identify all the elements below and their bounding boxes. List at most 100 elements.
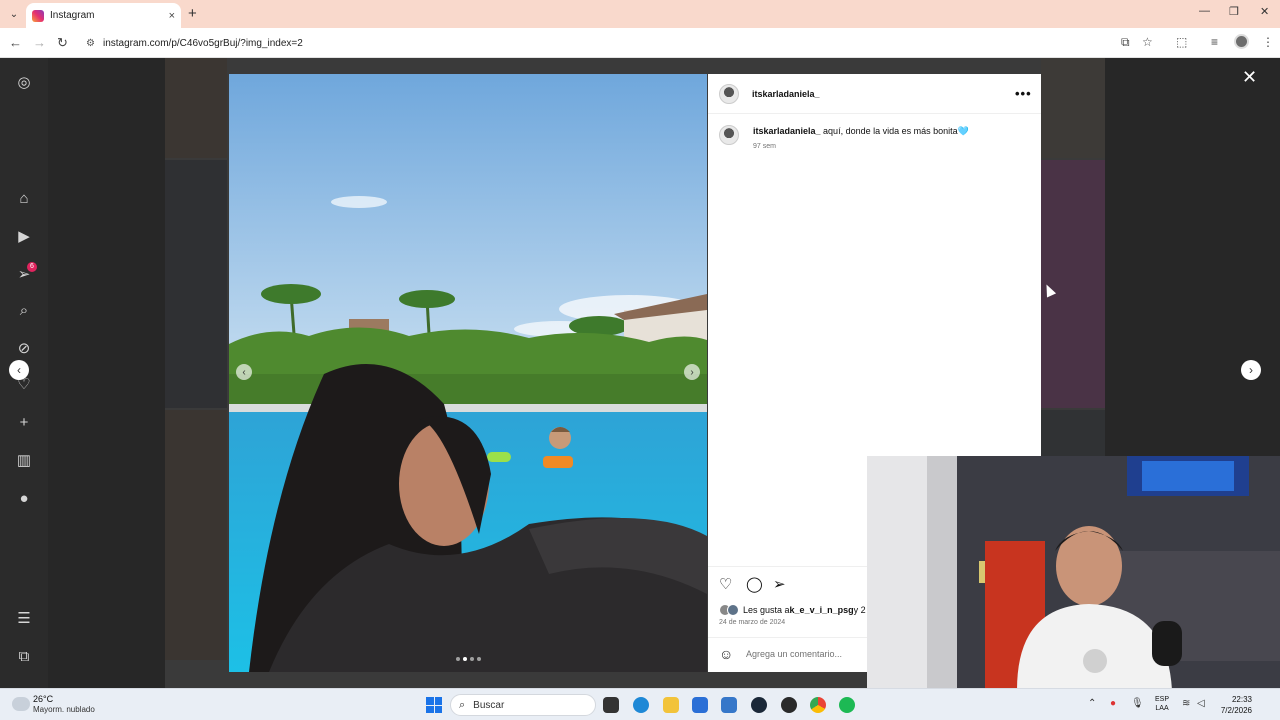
- weather-cloud-icon[interactable]: [12, 697, 30, 711]
- search-icon[interactable]: ⌕: [15, 301, 33, 319]
- minimize-button[interactable]: —: [1199, 5, 1210, 17]
- volume-icon[interactable]: ◁: [1197, 698, 1205, 709]
- notification-count-badge: 6: [27, 262, 37, 272]
- liker-username[interactable]: k_e_v_i_n_psg: [790, 605, 854, 615]
- caption-username[interactable]: itskarladaniela_: [753, 126, 821, 136]
- task-view-icon[interactable]: [603, 697, 619, 713]
- instagram-logo-icon[interactable]: ◎: [15, 73, 33, 91]
- comment-input[interactable]: Agrega un comentario...: [746, 649, 842, 659]
- system-clock[interactable]: 22:33 7/2/2026: [1216, 694, 1252, 716]
- dashboard-icon[interactable]: ▥: [15, 451, 33, 469]
- url-field[interactable]: ⚙ instagram.com/p/C46vo5grBuj/?img_index…: [80, 32, 1140, 54]
- liker-avatar: [727, 604, 739, 616]
- carousel-prev-button[interactable]: ‹: [236, 364, 252, 380]
- bookmark-star-icon[interactable]: ☆: [1142, 35, 1153, 49]
- taskbar-search[interactable]: ⌕ Buscar: [450, 694, 596, 716]
- modal-close-icon[interactable]: ✕: [1242, 67, 1257, 88]
- create-icon[interactable]: +: [15, 413, 33, 431]
- back-button[interactable]: ←: [9, 35, 22, 50]
- carousel-dot-active: [463, 657, 467, 661]
- profile-avatar[interactable]: ●: [15, 489, 33, 507]
- post-photo[interactable]: ‹ ›: [229, 74, 707, 672]
- tab-bar: ⌄ Instagram × + — ❐ ✕: [0, 0, 1280, 28]
- restore-button[interactable]: ❐: [1229, 5, 1239, 18]
- carousel-indicator: [456, 657, 481, 661]
- chrome-icon[interactable]: [810, 697, 826, 713]
- grid-thumbnail[interactable]: [165, 410, 227, 660]
- more-menu-icon[interactable]: ☰: [15, 609, 33, 627]
- carousel-dot: [470, 657, 474, 661]
- tray-overflow-icon[interactable]: ⌃: [1088, 698, 1096, 709]
- weather-temperature[interactable]: 26°C: [33, 694, 53, 704]
- more-options-icon[interactable]: •••: [1015, 86, 1032, 101]
- emoji-icon[interactable]: ☺: [719, 646, 733, 662]
- site-info-icon[interactable]: ⚙: [86, 38, 95, 49]
- threads-icon[interactable]: ⧉: [15, 647, 33, 665]
- grid-thumbnail[interactable]: [1041, 410, 1105, 460]
- pool-selfie-image: [229, 74, 707, 672]
- browser-profile-avatar[interactable]: [1234, 34, 1249, 49]
- post-date: 24 de marzo de 2024: [719, 619, 786, 626]
- caption-timestamp: 97 sem: [753, 143, 776, 150]
- install-app-icon[interactable]: ⧉: [1121, 35, 1130, 50]
- weather-description[interactable]: Mayorm. nublado: [33, 705, 95, 714]
- search-label: Buscar: [473, 699, 505, 711]
- share-icon[interactable]: ➢: [773, 575, 786, 593]
- tab-search-button[interactable]: ⌄: [6, 6, 22, 22]
- microphone-icon[interactable]: 🎙: [1131, 698, 1144, 709]
- grid-thumbnail[interactable]: [165, 58, 227, 158]
- spotify-icon[interactable]: [839, 697, 855, 713]
- url-text: instagram.com/p/C46vo5grBuj/?img_index=2: [102, 37, 303, 49]
- reload-button[interactable]: ↻: [57, 35, 68, 51]
- caption-avatar[interactable]: [719, 125, 739, 145]
- windows-taskbar: 26°C Mayorm. nublado ⌕ Buscar ⌃ ● 🎙 ESP …: [0, 688, 1280, 720]
- start-button[interactable]: [426, 697, 442, 713]
- address-bar: ← → ↻ ⚙ instagram.com/p/C46vo5grBuj/?img…: [0, 28, 1280, 58]
- steam-icon[interactable]: [751, 697, 767, 713]
- next-post-button[interactable]: ›: [1241, 360, 1261, 380]
- obs-icon[interactable]: [781, 697, 797, 713]
- carousel-dot: [456, 657, 460, 661]
- previous-post-button[interactable]: ‹: [9, 360, 29, 380]
- tab-instagram[interactable]: Instagram ×: [26, 3, 181, 28]
- language-code: ESP: [1155, 696, 1170, 703]
- likes-summary[interactable]: Les gusta a k_e_v_i_n_psg y 2: [719, 604, 866, 616]
- edge-icon[interactable]: [633, 697, 649, 713]
- post-caption: itskarladaniela_ aquí, donde la vida es …: [753, 126, 969, 137]
- wifi-icon[interactable]: ≋: [1182, 698, 1190, 709]
- new-tab-button[interactable]: +: [188, 5, 197, 22]
- language-indicator[interactable]: ESP LAA: [1155, 695, 1169, 713]
- explore-icon[interactable]: ⊘: [15, 339, 33, 357]
- comment-icon[interactable]: ◯: [746, 575, 763, 593]
- tray-app-icon[interactable]: ●: [1110, 698, 1116, 709]
- carousel-dot: [477, 657, 481, 661]
- window-close-button[interactable]: ✕: [1260, 5, 1269, 18]
- grid-thumbnail[interactable]: [165, 160, 227, 408]
- author-username[interactable]: itskarladaniela_: [752, 89, 820, 99]
- streamer-camera-image: [867, 456, 1280, 690]
- clock-date: 7/2/2026: [1220, 706, 1252, 715]
- caption-text: aquí, donde la vida es más bonita🩵: [820, 126, 969, 136]
- like-icon[interactable]: ♡: [719, 575, 732, 593]
- tab-close-button[interactable]: ×: [169, 10, 175, 22]
- likes-prefix: Les gusta a: [743, 605, 790, 615]
- grid-thumbnail[interactable]: [1041, 58, 1105, 158]
- likes-suffix: y 2: [853, 605, 866, 615]
- home-icon[interactable]: ⌂: [15, 189, 33, 207]
- chrome-menu-icon[interactable]: ⋮: [1262, 35, 1274, 49]
- store-icon[interactable]: [692, 697, 708, 713]
- reels-icon[interactable]: ▶: [15, 227, 33, 245]
- tab-title: Instagram: [50, 10, 95, 21]
- forward-button[interactable]: →: [33, 35, 46, 50]
- extensions-icon[interactable]: ⬚: [1176, 35, 1187, 49]
- instagram-favicon-icon: [32, 9, 44, 22]
- search-icon: ⌕: [459, 698, 466, 711]
- clock-time: 22:33: [1231, 695, 1252, 704]
- carousel-next-button[interactable]: ›: [684, 364, 700, 380]
- outlook-icon[interactable]: [721, 697, 737, 713]
- keyboard-layout: LAA: [1155, 705, 1169, 712]
- author-avatar[interactable]: [719, 84, 739, 104]
- file-explorer-icon[interactable]: [663, 697, 679, 713]
- media-queue-icon[interactable]: ≡: [1211, 35, 1218, 49]
- post-header: itskarladaniela_ •••: [708, 74, 1041, 114]
